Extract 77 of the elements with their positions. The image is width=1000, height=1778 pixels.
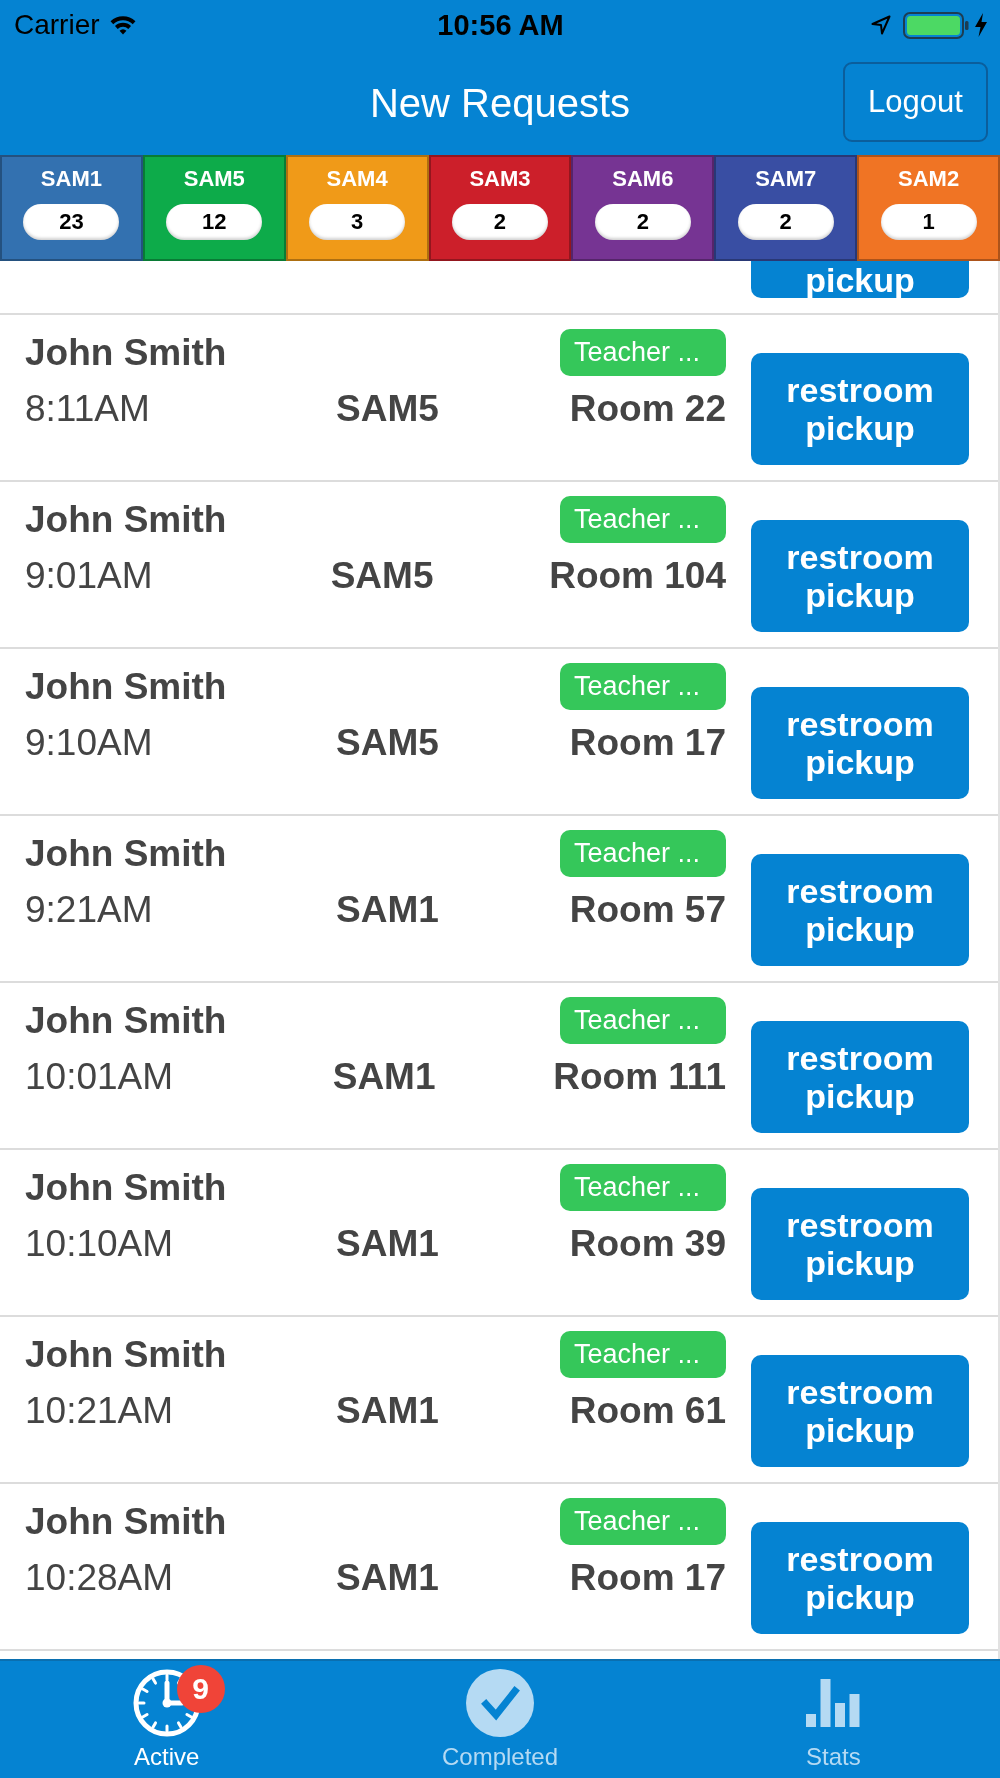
room-label: Room 17 bbox=[569, 721, 726, 765]
screen-title: New Requests bbox=[369, 79, 631, 127]
count-pill: 12 bbox=[166, 204, 263, 240]
teacher-tag: Teacher ... bbox=[559, 1498, 726, 1545]
sam-label: SAM1 bbox=[336, 1222, 439, 1266]
filter-chip[interactable]: SAM3 2 bbox=[428, 155, 572, 261]
request-time: 9:10AM bbox=[25, 721, 153, 765]
pickup-button[interactable]: restroom pickup bbox=[751, 1188, 969, 1300]
request-time: 10:28AM bbox=[25, 1556, 174, 1600]
count-pill: 2 bbox=[594, 204, 691, 240]
pickup-button[interactable]: restroom pickup bbox=[751, 1021, 969, 1133]
sam-label: SAM1 bbox=[336, 1389, 439, 1433]
sam-label: SAM5 bbox=[336, 387, 439, 431]
sam-label: SAM1 bbox=[336, 888, 439, 932]
teacher-tag: Teacher ... bbox=[559, 1331, 726, 1378]
teacher-tag: Teacher ... bbox=[559, 329, 726, 376]
student-name: John Smith bbox=[25, 1332, 227, 1377]
student-name: John Smith bbox=[25, 831, 227, 876]
count-pill: 2 bbox=[452, 204, 548, 240]
pickup-button[interactable]: pickup bbox=[751, 261, 969, 298]
room-label: Room 17 bbox=[569, 1556, 726, 1600]
teacher-tag: Teacher ... bbox=[559, 830, 726, 877]
student-name: John Smith bbox=[25, 1165, 227, 1210]
teacher-tag: Teacher ... bbox=[559, 663, 726, 710]
teacher-tag: Teacher ... bbox=[559, 1164, 726, 1211]
room-label: Room 111 bbox=[553, 1055, 726, 1099]
pickup-button[interactable]: restroom pickup bbox=[751, 353, 969, 465]
filter-chip[interactable]: SAM5 12 bbox=[142, 155, 286, 261]
logout-button[interactable]: Logout bbox=[843, 61, 988, 142]
count-pill: 23 bbox=[23, 204, 120, 240]
sam-label: SAM5 bbox=[336, 721, 439, 765]
sam-label: SAM1 bbox=[332, 1055, 436, 1099]
room-label: Room 57 bbox=[569, 888, 726, 932]
teacher-tag: Teacher ... bbox=[559, 496, 726, 543]
filter-chip[interactable]: SAM4 3 bbox=[285, 155, 429, 261]
location-arrow-icon bbox=[871, 15, 891, 35]
pickup-button[interactable]: restroom pickup bbox=[751, 1355, 969, 1467]
tab[interactable]: Stats bbox=[666, 1661, 1000, 1778]
notification-badge: 9 bbox=[176, 1665, 225, 1713]
request-time: 9:21AM bbox=[25, 888, 153, 932]
student-name: John Smith bbox=[25, 330, 227, 375]
sam-label: SAM1 bbox=[336, 1556, 439, 1600]
student-name: John Smith bbox=[25, 998, 227, 1043]
charging-bolt-icon bbox=[975, 13, 987, 37]
student-name: John Smith bbox=[25, 497, 227, 542]
request-time: 10:01AM bbox=[25, 1055, 174, 1099]
pickup-button[interactable]: restroom pickup bbox=[751, 854, 969, 966]
request-time: 10:10AM bbox=[25, 1222, 174, 1266]
pickup-button[interactable]: restroom pickup bbox=[751, 520, 969, 632]
room-label: Room 39 bbox=[569, 1222, 726, 1266]
checkmark-icon bbox=[466, 1669, 534, 1737]
wifi-icon bbox=[109, 15, 136, 35]
request-time: 8:11AM bbox=[25, 387, 150, 431]
tab[interactable]: Completed bbox=[333, 1661, 667, 1778]
room-label: Room 61 bbox=[569, 1389, 726, 1433]
request-time: 9:01AM bbox=[25, 554, 153, 598]
sam-label: SAM5 bbox=[330, 554, 434, 598]
count-pill: 2 bbox=[737, 204, 834, 240]
carrier-label: Carrier bbox=[14, 8, 100, 42]
filter-chip[interactable]: SAM1 23 bbox=[0, 155, 143, 261]
filter-chip[interactable]: SAM7 2 bbox=[714, 155, 858, 261]
count-pill: 1 bbox=[880, 204, 977, 240]
filter-chip[interactable]: SAM2 1 bbox=[857, 155, 1000, 261]
filter-chip[interactable]: SAM6 2 bbox=[571, 155, 715, 261]
count-pill: 3 bbox=[309, 204, 406, 240]
teacher-tag: Teacher ... bbox=[559, 997, 726, 1044]
status-time: 10:56 AM bbox=[437, 8, 564, 42]
bar-chart-icon bbox=[806, 1679, 861, 1727]
tab[interactable]: 9 Active bbox=[0, 1661, 334, 1778]
pickup-button[interactable]: restroom pickup bbox=[751, 687, 969, 799]
student-name: John Smith bbox=[25, 1499, 227, 1544]
student-name: John Smith bbox=[25, 664, 227, 709]
room-label: Room 104 bbox=[549, 554, 726, 598]
room-label: Room 22 bbox=[569, 387, 726, 431]
pickup-button[interactable]: restroom pickup bbox=[751, 1522, 969, 1634]
battery-icon bbox=[903, 11, 969, 39]
request-time: 10:21AM bbox=[25, 1389, 174, 1433]
